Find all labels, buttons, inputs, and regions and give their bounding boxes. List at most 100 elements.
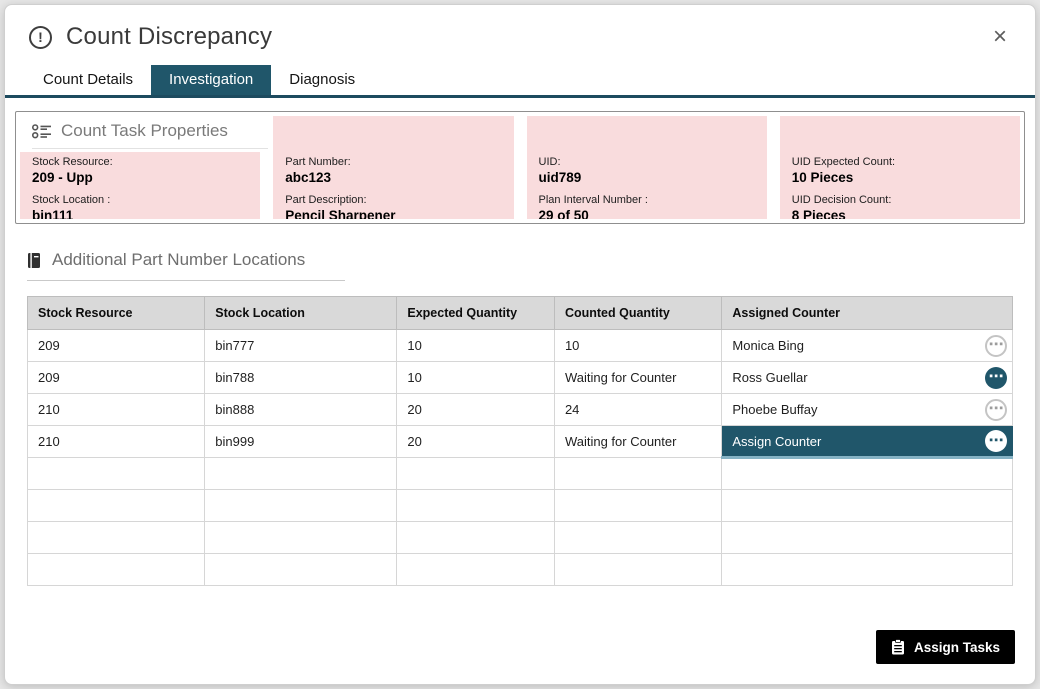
- assigned-counter-cell: Phoebe Buffay ⋯: [722, 394, 1013, 426]
- additional-locations-title-wrap: Additional Part Number Locations: [27, 250, 345, 281]
- empty-cell: [554, 554, 721, 586]
- notebook-icon: [27, 252, 42, 269]
- empty-cell: [722, 554, 1013, 586]
- count-discrepancy-dialog: ! Count Discrepancy × Count DetailsInves…: [4, 4, 1036, 685]
- property-field: Plan Interval Number : 29 of 50: [539, 194, 755, 219]
- empty-cell: [722, 490, 1013, 522]
- table-cell: bin888: [205, 394, 397, 426]
- property-label: Part Description:: [285, 194, 501, 206]
- property-field: Stock Resource: 209 - Upp: [32, 156, 248, 185]
- assigned-counter-cell: Ross Guellar ⋯: [722, 362, 1013, 394]
- additional-locations-header: Additional Part Number Locations: [27, 250, 1035, 281]
- property-label: Stock Resource:: [32, 156, 248, 168]
- table-body: 209bin7771010Monica Bing⋯209bin78810Wait…: [28, 330, 1013, 586]
- counter-wrap: Phoebe Buffay ⋯: [732, 399, 1007, 421]
- table-cell: 20: [397, 394, 555, 426]
- table-cell: 209: [28, 330, 205, 362]
- property-value: 10 Pieces: [792, 170, 1008, 185]
- counter-wrap: Assign Counter⋯: [732, 430, 1007, 452]
- table-cell: Waiting for Counter: [554, 362, 721, 394]
- empty-cell: [205, 554, 397, 586]
- property-value: 8 Pieces: [792, 208, 1008, 219]
- table-cell: 10: [397, 330, 555, 362]
- additional-locations-table: Stock ResourceStock LocationExpected Qua…: [27, 296, 1013, 586]
- assigned-counter-cell[interactable]: Assign Counter⋯: [722, 426, 1013, 458]
- empty-cell: [554, 522, 721, 554]
- additional-locations-title: Additional Part Number Locations: [52, 250, 305, 270]
- empty-cell: [28, 490, 205, 522]
- empty-cell: [397, 522, 555, 554]
- ellipsis-menu-icon[interactable]: ⋯: [985, 430, 1007, 452]
- tab-diagnosis[interactable]: Diagnosis: [271, 65, 373, 95]
- property-field: Part Number: abc123: [285, 156, 501, 185]
- empty-cell: [205, 522, 397, 554]
- empty-cell: [397, 554, 555, 586]
- property-label: UID Decision Count:: [792, 194, 1008, 206]
- counter-name: Phoebe Buffay: [732, 402, 817, 417]
- counter-name: Monica Bing: [732, 338, 804, 353]
- property-value: 209 - Upp: [32, 170, 248, 185]
- ellipsis-menu-icon[interactable]: ⋯: [985, 399, 1007, 421]
- property-field: UID: uid789: [539, 156, 755, 185]
- table-row: 209bin78810Waiting for CounterRoss Guell…: [28, 362, 1013, 394]
- count-task-properties-header: Count Task Properties: [32, 121, 268, 149]
- empty-table-row: [28, 554, 1013, 586]
- property-value: abc123: [285, 170, 501, 185]
- tab-count-details[interactable]: Count Details: [25, 65, 151, 95]
- empty-cell: [28, 458, 205, 490]
- column-header: Stock Location: [205, 297, 397, 330]
- table-cell: 20: [397, 426, 555, 458]
- property-field: UID Decision Count: 8 Pieces: [792, 194, 1008, 219]
- empty-cell: [205, 458, 397, 490]
- property-label: Stock Location :: [32, 194, 248, 206]
- tab-bar: Count DetailsInvestigationDiagnosis: [5, 65, 1035, 98]
- count-task-properties-title: Count Task Properties: [61, 121, 228, 141]
- close-icon[interactable]: ×: [989, 23, 1011, 51]
- property-field: UID Expected Count:10 Pieces: [792, 156, 1008, 185]
- table-cell: 210: [28, 394, 205, 426]
- property-field: Stock Location : bin111: [32, 194, 248, 219]
- table-cell: 10: [397, 362, 555, 394]
- empty-cell: [28, 554, 205, 586]
- count-task-properties-panel: Count Task Properties Stock Resource: 209…: [15, 111, 1025, 224]
- table-cell: bin788: [205, 362, 397, 394]
- table-cell: 10: [554, 330, 721, 362]
- column-header: Expected Quantity: [397, 297, 555, 330]
- counter-wrap: Monica Bing ⋯: [732, 335, 1007, 357]
- empty-cell: [722, 458, 1013, 490]
- property-value: 29 of 50: [539, 208, 755, 219]
- table-cell: 24: [554, 394, 721, 426]
- ellipsis-menu-icon[interactable]: ⋯: [985, 335, 1007, 357]
- counter-name: Ross Guellar: [732, 370, 807, 385]
- table-cell: bin999: [205, 426, 397, 458]
- table-row: 209bin7771010Monica Bing⋯: [28, 330, 1013, 362]
- alert-icon: !: [29, 26, 52, 49]
- empty-cell: [28, 522, 205, 554]
- property-value: Pencil Sharpener: [285, 208, 501, 219]
- empty-cell: [554, 458, 721, 490]
- ellipsis-menu-icon[interactable]: ⋯: [985, 367, 1007, 389]
- property-label: UID:: [539, 156, 755, 168]
- empty-cell: [397, 490, 555, 522]
- person-list-icon: [32, 124, 52, 139]
- table-row: 210bin8882024 Phoebe Buffay ⋯: [28, 394, 1013, 426]
- dialog-title: Count Discrepancy: [66, 23, 272, 51]
- counter-wrap: Ross Guellar ⋯: [732, 367, 1007, 389]
- table-row: 210bin99920Waiting for CounterAssign Cou…: [28, 426, 1013, 458]
- empty-cell: [722, 522, 1013, 554]
- ctp-column-2: Part Number: abc123 Part Description: Penci…: [273, 116, 513, 219]
- assign-tasks-button[interactable]: Assign Tasks: [876, 630, 1015, 664]
- empty-cell: [205, 490, 397, 522]
- property-value: uid789: [539, 170, 755, 185]
- property-label: Plan Interval Number :: [539, 194, 755, 206]
- table-cell: bin777: [205, 330, 397, 362]
- empty-cell: [397, 458, 555, 490]
- tab-investigation[interactable]: Investigation: [151, 65, 271, 95]
- property-value: bin111: [32, 208, 248, 219]
- assigned-counter-cell: Monica Bing ⋯: [722, 330, 1013, 362]
- dialog-header: ! Count Discrepancy ×: [5, 5, 1035, 61]
- property-label: Part Number:: [285, 156, 501, 168]
- empty-table-row: [28, 458, 1013, 490]
- property-field: Part Description: Pencil Sharpener: [285, 194, 501, 219]
- table-cell: Waiting for Counter: [554, 426, 721, 458]
